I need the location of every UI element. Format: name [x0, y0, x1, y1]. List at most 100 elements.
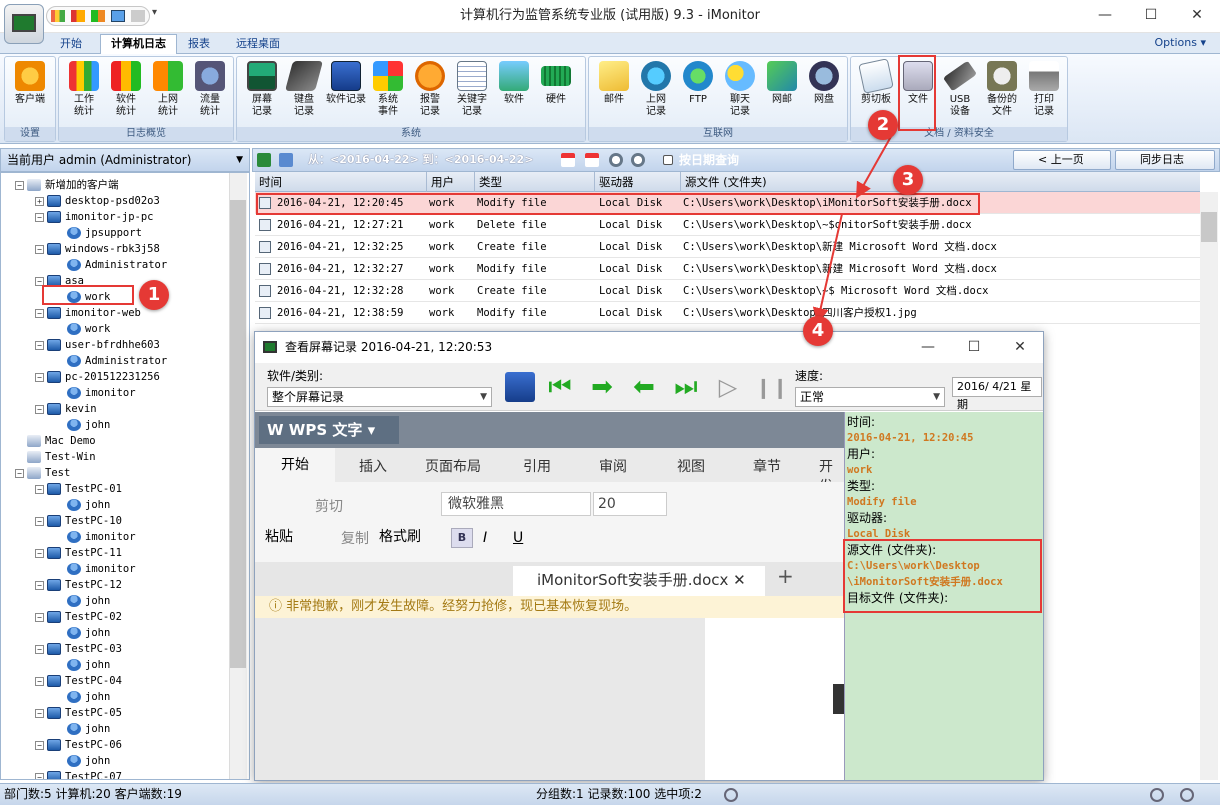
tree-node-group[interactable]: Test-Win — [15, 449, 96, 465]
collapse-icon[interactable]: − — [35, 244, 44, 254]
table-row[interactable]: 2016-04-21, 12:32:25 work Create file Local… — [255, 236, 1200, 258]
chat-record-button[interactable]: 聊天 记录 — [719, 61, 761, 127]
dialog-minimize-button[interactable]: — — [905, 332, 951, 363]
save-disk-icon[interactable] — [505, 372, 535, 402]
collapse-icon[interactable]: − — [35, 772, 44, 779]
tree-node-pc[interactable]: − imonitor-web — [35, 305, 141, 321]
col-time[interactable]: 时间 — [255, 172, 427, 192]
collapse-icon[interactable]: − — [35, 276, 44, 286]
col-type[interactable]: 类型 — [475, 172, 595, 192]
collapse-icon[interactable]: − — [15, 180, 24, 190]
keyboard-record-button[interactable]: 键盘 记录 — [283, 61, 325, 127]
tab-computer-log[interactable]: 计算机日志 — [100, 34, 177, 54]
app-logo-icon[interactable] — [4, 4, 44, 44]
tree-node-pc[interactable]: − TestPC-04 — [35, 673, 122, 689]
client-tree[interactable]: − 新增加的客户端 + desktop-psd02o3 − imonitor-jp-pc j… — [0, 172, 250, 780]
keyword-record-button[interactable]: 关键字 记录 — [451, 61, 493, 127]
tree-node-pc[interactable]: − asa — [35, 273, 84, 289]
zoom-in-icon[interactable] — [1180, 788, 1194, 802]
tree-node-pc[interactable]: − imonitor-jp-pc — [35, 209, 154, 225]
tree-node-user[interactable]: imonitor — [55, 561, 136, 577]
screen-record-button[interactable]: 屏幕 记录 — [241, 61, 283, 127]
table-row[interactable]: 2016-04-21, 12:38:59 work Modify file Local… — [255, 302, 1200, 324]
dialog-close-button[interactable]: ✕ — [997, 332, 1043, 363]
qat-dropdown-icon[interactable]: ▾ — [152, 7, 157, 18]
prev-arrow-icon[interactable]: ⬅ — [629, 372, 659, 402]
tree-node-user[interactable]: imonitor — [55, 385, 136, 401]
play-icon[interactable]: ▷ — [713, 372, 743, 402]
options-menu[interactable]: Options ▾ — [1155, 36, 1206, 49]
collapse-icon[interactable]: − — [35, 372, 44, 382]
chart-icon[interactable] — [71, 10, 85, 22]
by-date-checkbox[interactable] — [663, 155, 673, 165]
collapse-icon[interactable]: − — [35, 212, 44, 222]
timer-icon[interactable] — [631, 153, 645, 167]
col-user[interactable]: 用户 — [427, 172, 475, 192]
collapse-icon[interactable]: − — [15, 468, 24, 478]
minimize-button[interactable]: — — [1082, 0, 1128, 30]
hardware-button[interactable]: 硬件 — [535, 61, 577, 127]
blank-icon[interactable] — [131, 10, 145, 22]
tab-start[interactable]: 开始 — [50, 35, 92, 54]
category-select[interactable]: 整个屏幕记录 ▼ — [267, 387, 492, 407]
email-button[interactable]: 邮件 — [593, 61, 635, 127]
tree-node-user[interactable]: john — [55, 497, 110, 513]
maximize-button[interactable]: ☐ — [1128, 0, 1174, 30]
stats-icon[interactable] — [51, 10, 65, 22]
close-button[interactable]: ✕ — [1174, 0, 1220, 30]
collapse-icon[interactable]: − — [35, 484, 44, 494]
tree-node-user[interactable]: john — [55, 753, 110, 769]
collapse-icon[interactable]: − — [35, 612, 44, 622]
monitor-icon[interactable] — [111, 10, 125, 22]
software-button[interactable]: 软件 — [493, 61, 535, 127]
tree-node-pc[interactable]: − pc-201512231256 — [35, 369, 160, 385]
tree-scroll-thumb[interactable] — [230, 200, 246, 668]
print-record-button[interactable]: 打印 记录 — [1023, 61, 1065, 127]
tree-node-pc[interactable]: − TestPC-07 — [35, 769, 122, 779]
tree-node-pc[interactable]: − TestPC-05 — [35, 705, 122, 721]
collapse-icon[interactable]: − — [35, 644, 44, 654]
table-scroll-thumb[interactable] — [1201, 212, 1217, 242]
system-event-button[interactable]: 系统 事件 — [367, 61, 409, 127]
backup-file-button[interactable]: 备份的 文件 — [981, 61, 1023, 127]
tree-node-pc[interactable]: − TestPC-03 — [35, 641, 122, 657]
tree-node-pc[interactable]: − kevin — [35, 401, 97, 417]
bar-icon[interactable] — [91, 10, 105, 22]
ftp-button[interactable]: FTP — [677, 61, 719, 127]
traffic-stats-button[interactable]: 流量 统计 — [189, 61, 231, 127]
sync-log-button[interactable]: 同步日志 — [1115, 150, 1215, 170]
tree-node-user[interactable]: Administrator — [55, 353, 167, 369]
tree-node-user[interactable]: john — [55, 689, 110, 705]
calendar-end-icon[interactable] — [585, 153, 599, 167]
col-drive[interactable]: 驱动器 — [595, 172, 681, 192]
calendar-icon[interactable] — [561, 153, 575, 167]
prev-page-button[interactable]: < 上一页 — [1013, 150, 1111, 170]
web-stats-button[interactable]: 上网 统计 — [147, 61, 189, 127]
tree-node-user[interactable]: work — [55, 289, 110, 305]
tree-node-group[interactable]: Mac Demo — [15, 433, 96, 449]
tree-node-user[interactable]: john — [55, 721, 110, 737]
tree-node-pc[interactable]: − user-bfrdhhe603 — [35, 337, 160, 353]
collapse-icon[interactable]: − — [35, 580, 44, 590]
web-record-button[interactable]: 上网 记录 — [635, 61, 677, 127]
tree-node-pc[interactable]: − TestPC-01 — [35, 481, 122, 497]
webmail-button[interactable]: 网邮 — [761, 61, 803, 127]
current-user-selector[interactable]: 当前用户 admin (Administrator) ▼ — [0, 148, 250, 172]
software-record-button[interactable]: 软件记录 — [325, 61, 367, 127]
tree-node-pc[interactable]: − TestPC-10 — [35, 513, 122, 529]
expand-icon[interactable]: + — [35, 196, 44, 206]
export-icon[interactable] — [279, 153, 293, 167]
usb-device-button[interactable]: USB 设备 — [939, 60, 981, 127]
collapse-icon[interactable]: − — [35, 676, 44, 686]
software-stats-button[interactable]: 软件 统计 — [105, 61, 147, 127]
tree-node-user[interactable]: work — [55, 321, 110, 337]
tree-node-pc[interactable]: − TestPC-06 — [35, 737, 122, 753]
tree-node-user[interactable]: john — [55, 657, 110, 673]
speed-select[interactable]: 正常 ▼ — [795, 387, 945, 407]
tree-node-user[interactable]: john — [55, 593, 110, 609]
table-scrollbar[interactable] — [1200, 192, 1218, 780]
tree-node-group[interactable]: − Test — [15, 465, 70, 481]
tree-node-user[interactable]: Administrator — [55, 257, 167, 273]
col-source[interactable]: 源文件 (文件夹) — [681, 172, 1200, 192]
pause-icon[interactable]: ❙❙ — [755, 372, 789, 402]
